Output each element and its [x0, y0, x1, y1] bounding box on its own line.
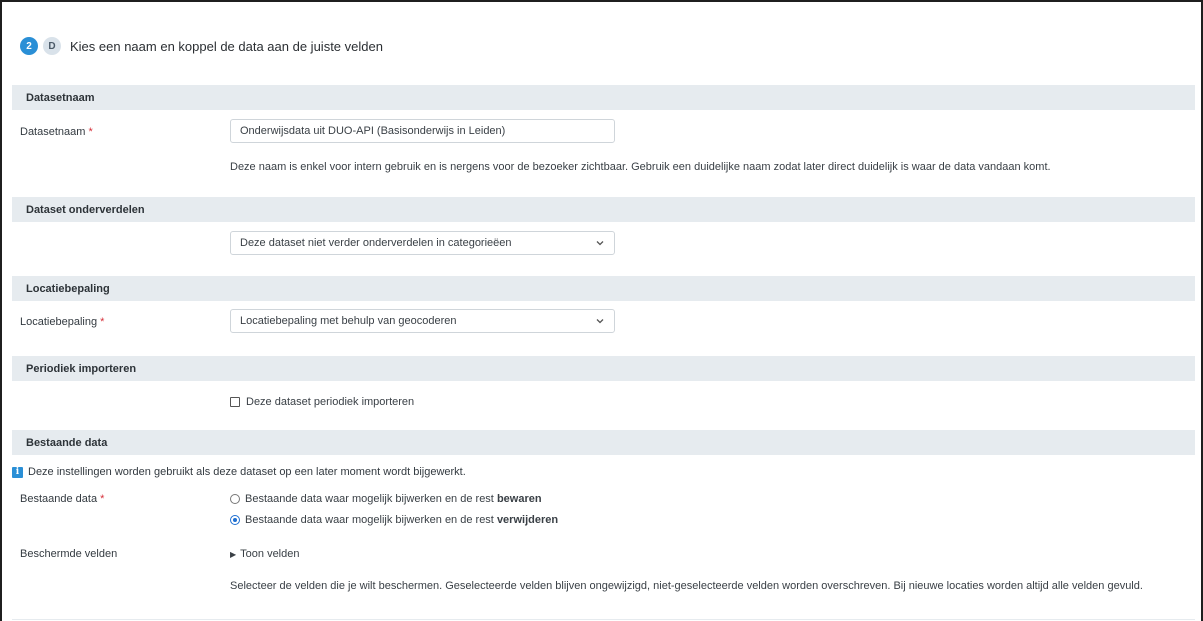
wizard-panel: 2 D Kies een naam en koppel de data aan … — [0, 0, 1203, 621]
required-mark: * — [88, 126, 93, 138]
datasetnaam-help-text: Deze naam is enkel voor intern gebruik e… — [230, 161, 1051, 173]
periodiek-checkbox-row[interactable]: Deze dataset periodiek importeren — [230, 396, 414, 408]
bestaande-data-info: i Deze instellingen worden gebruikt als … — [12, 466, 466, 478]
section-heading-onderverdelen: Dataset onderverdelen — [12, 197, 1195, 222]
section-heading-bestaande-data: Bestaande data — [12, 430, 1195, 455]
section-heading-datasetnaam: Datasetnaam — [12, 85, 1195, 110]
locatiebepaling-label: Locatiebepaling * — [20, 316, 105, 328]
bestaande-data-label: Bestaande data * — [20, 493, 105, 505]
radio-bewaren[interactable] — [230, 494, 240, 504]
section-heading-periodiek: Periodiek importeren — [12, 356, 1195, 381]
radio-option-verwijderen[interactable]: Bestaande data waar mogelijk bijwerken e… — [230, 514, 558, 526]
chevron-down-icon — [596, 241, 604, 246]
beschermde-velden-help-text: Selecteer de velden die je wilt bescherm… — [230, 580, 1143, 592]
datasetnaam-input[interactable]: Onderwijsdata uit DUO-API (Basisonderwij… — [230, 119, 615, 143]
periodiek-checkbox-label[interactable]: Deze dataset periodiek importeren — [246, 396, 414, 408]
required-mark: * — [100, 316, 105, 328]
onderverdelen-select[interactable]: Deze dataset niet verder onderverdelen i… — [230, 231, 615, 255]
divider — [12, 619, 1195, 620]
section-heading-locatiebepaling: Locatiebepaling — [12, 276, 1195, 301]
wizard-step-header: 2 D Kies een naam en koppel de data aan … — [20, 35, 383, 57]
radio-verwijderen[interactable] — [230, 515, 240, 525]
locatiebepaling-select[interactable]: Locatiebepaling met behulp van geocodere… — [230, 309, 615, 333]
page-title: Kies een naam en koppel de data aan de j… — [70, 38, 383, 54]
toon-velden-toggle[interactable]: ▶ Toon velden — [230, 548, 299, 560]
datasetnaam-label: Datasetnaam * — [20, 126, 93, 138]
chevron-down-icon — [596, 319, 604, 324]
required-mark: * — [100, 493, 105, 505]
info-icon: i — [12, 466, 23, 478]
step-badge-current[interactable]: 2 — [20, 37, 38, 55]
radio-option-bewaren[interactable]: Bestaande data waar mogelijk bijwerken e… — [230, 493, 542, 505]
beschermde-velden-label: Beschermde velden — [20, 548, 118, 560]
periodiek-checkbox[interactable] — [230, 397, 240, 407]
step-badge-d[interactable]: D — [43, 37, 61, 55]
triangle-right-icon: ▶ — [230, 549, 237, 559]
